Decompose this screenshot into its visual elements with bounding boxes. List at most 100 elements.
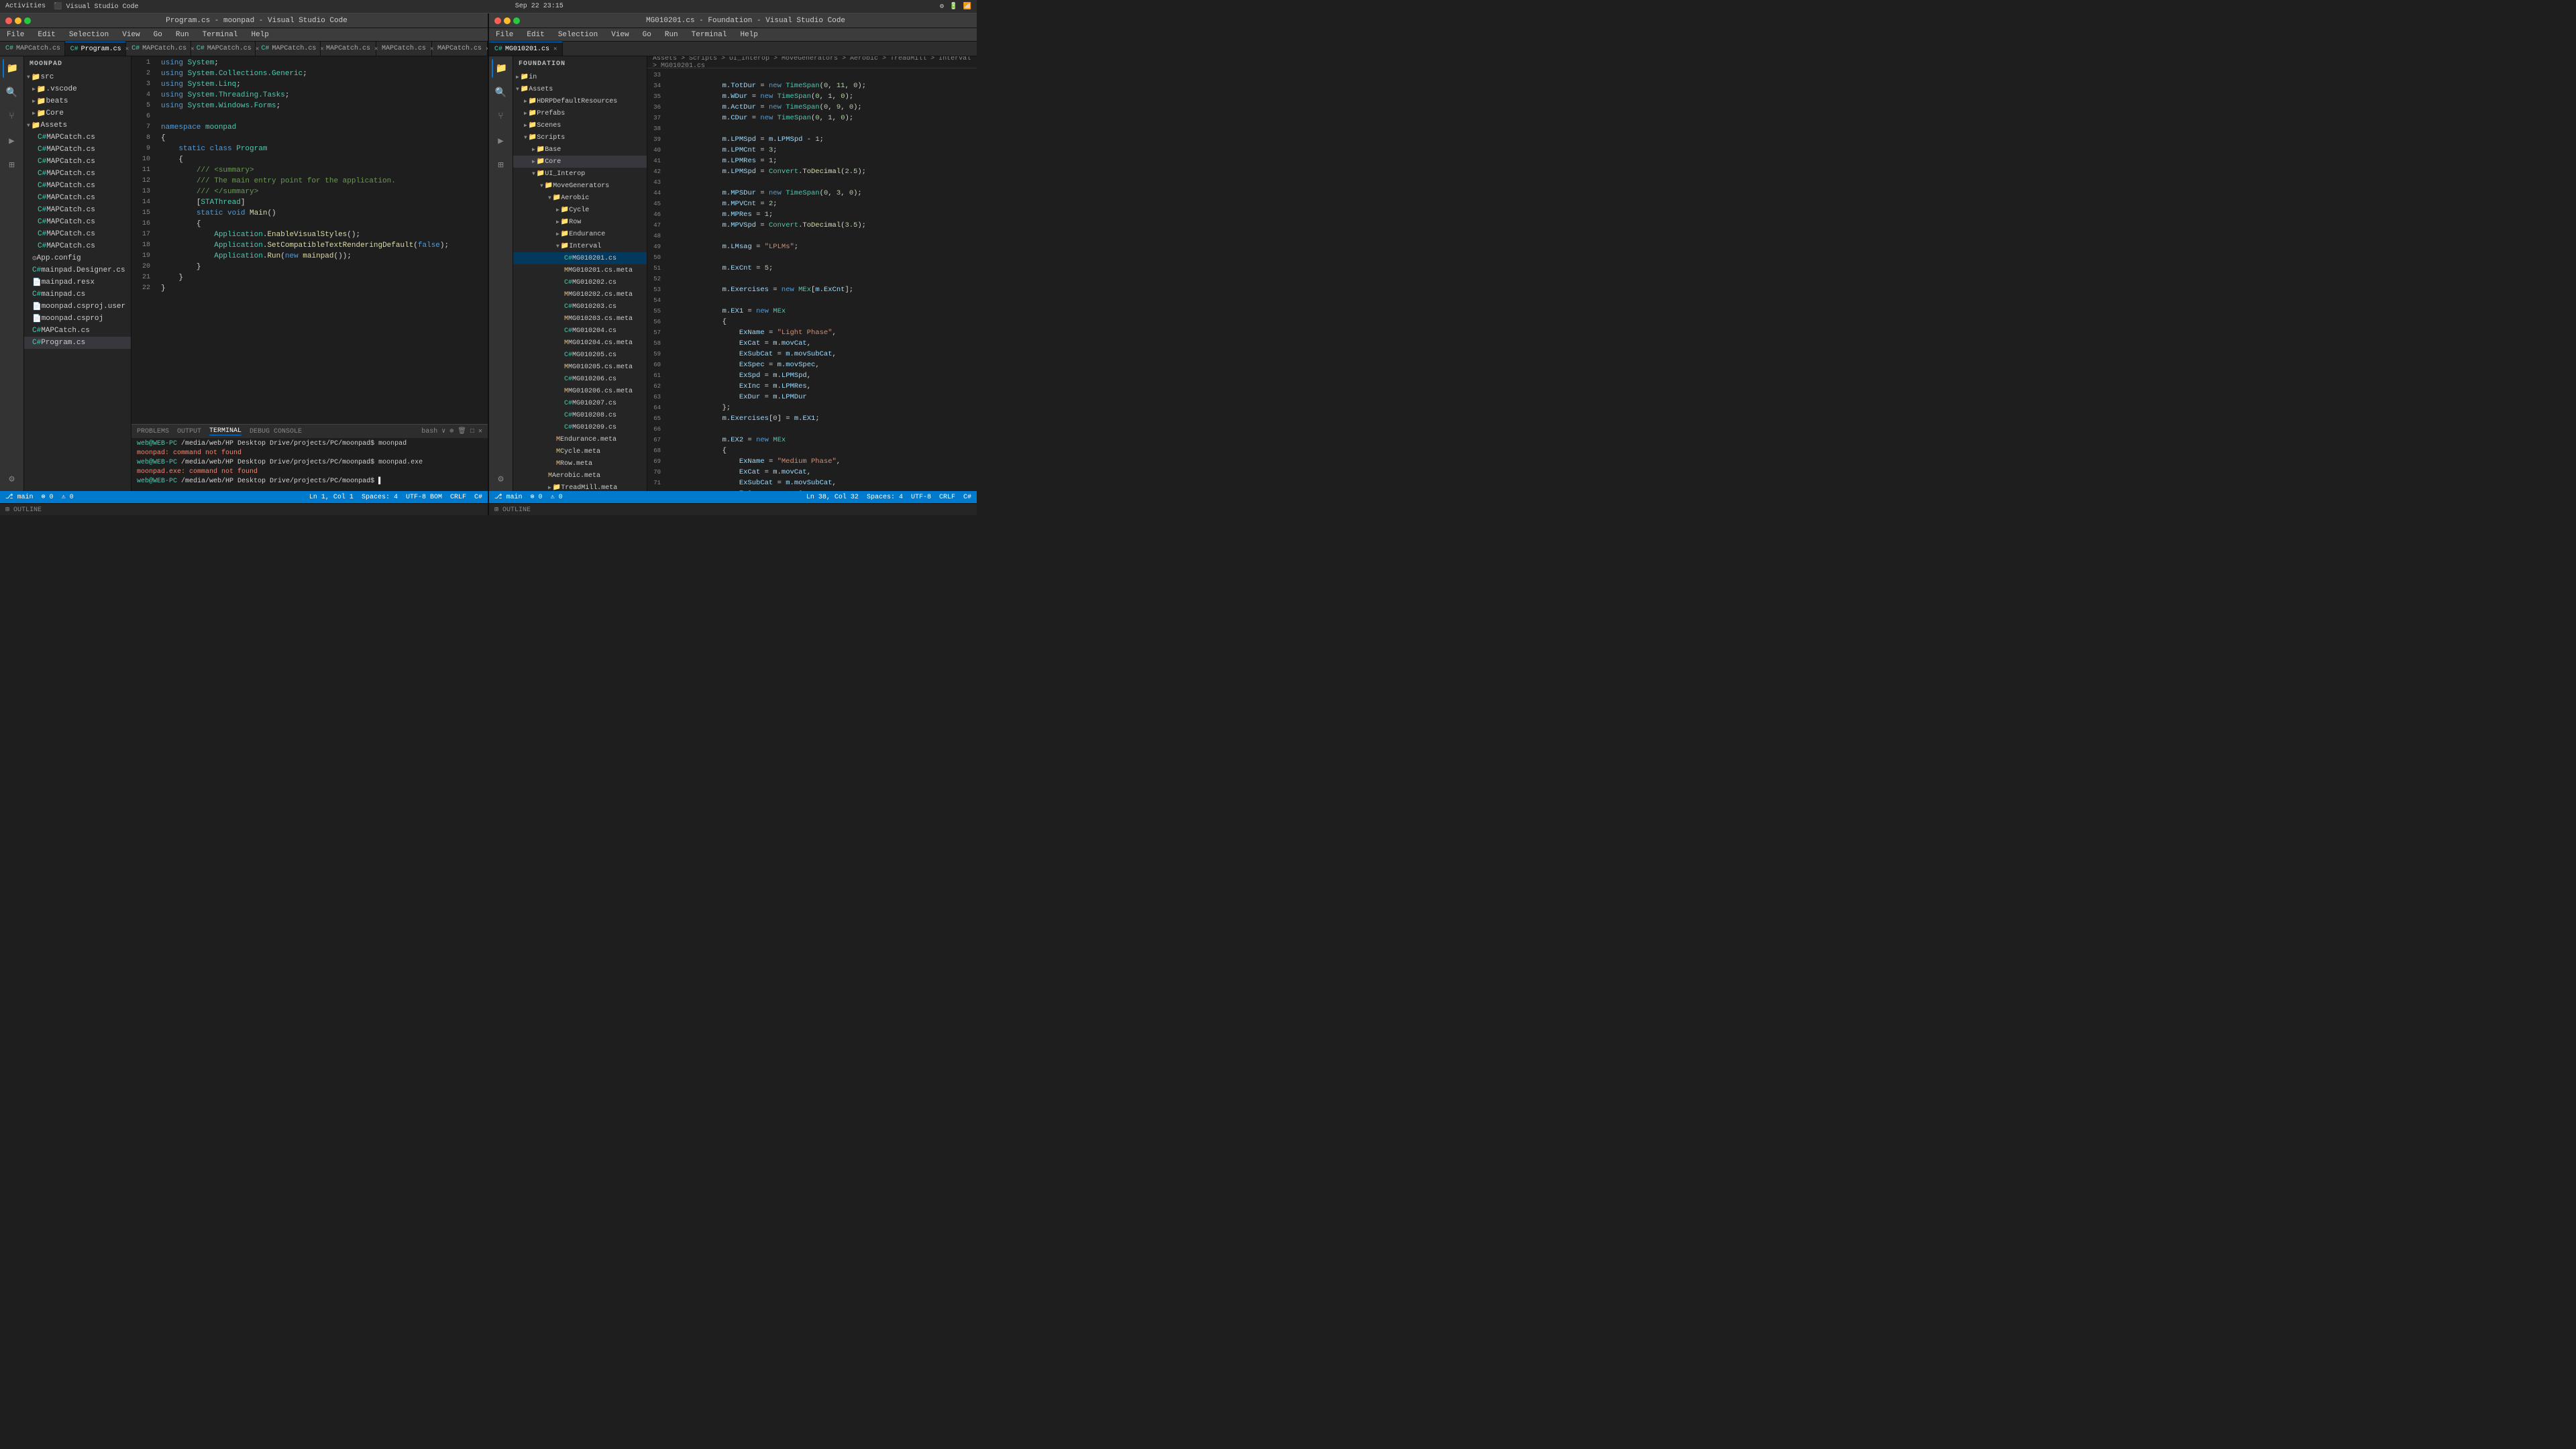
tree-core[interactable]: ▶📁Core [24, 107, 131, 119]
right-tree-aerobic-meta[interactable]: M Aerobic.meta [513, 470, 647, 482]
search-icon[interactable]: 🔍 [3, 83, 21, 102]
tab-mapcatch2[interactable]: C# MAPCatch.cs ✕ [126, 42, 191, 56]
tab-mapcatch6[interactable]: MAPCatch.cs ✕ [376, 42, 432, 56]
tree-mapcatch11[interactable]: C# MAPCatch.cs [24, 325, 131, 337]
right-menu-edit[interactable]: Edit [524, 31, 547, 39]
left-code-lines[interactable]: using System; using System.Collections.G… [156, 56, 488, 424]
language-mode[interactable]: C# [474, 494, 482, 501]
right-tree-endurance-meta[interactable]: M Endurance.meta [513, 433, 647, 445]
menu-terminal[interactable]: Terminal [200, 31, 241, 39]
right-menu-go[interactable]: Go [640, 31, 654, 39]
right-spaces[interactable]: Spaces: 4 [867, 494, 903, 501]
menu-help[interactable]: Help [248, 31, 271, 39]
right-tree-mg010207[interactable]: C# MG010207.cs [513, 397, 647, 409]
spaces[interactable]: Spaces: 4 [362, 494, 398, 501]
os-settings-icon[interactable]: ⚙ [940, 3, 944, 11]
warning-count[interactable]: ⚠ 0 [62, 493, 74, 501]
tab-mapcatch7[interactable]: MAPCatch.cs ✕ [432, 42, 488, 56]
tree-mapcatch9[interactable]: C# MAPCatch.cs [24, 228, 131, 240]
tree-mainpad-cs[interactable]: C# mainpad.cs [24, 288, 131, 301]
os-app-name[interactable]: ⬛ Visual Studio Code [54, 3, 138, 11]
maximize-button[interactable] [24, 17, 31, 24]
tree-mapcatch6[interactable]: C# MAPCatch.cs [24, 192, 131, 204]
right-tree-mg010208[interactable]: C# MG010208.cs [513, 409, 647, 421]
right-menu-terminal[interactable]: Terminal [689, 31, 730, 39]
tree-src[interactable]: ▼📁src [24, 71, 131, 83]
right-tree-cycle[interactable]: ▶📁Cycle [513, 204, 647, 216]
right-close-button[interactable] [494, 17, 501, 24]
right-tree-interval[interactable]: ▼📁Interval [513, 240, 647, 252]
right-git-branch[interactable]: ⎇ main [494, 493, 523, 501]
tree-mainpad-resx[interactable]: 📄 mainpad.resx [24, 276, 131, 288]
right-tree-mg010204-meta[interactable]: M MG010204.cs.meta [513, 337, 647, 349]
right-debug-icon[interactable]: ▶ [492, 131, 511, 150]
right-cursor-position[interactable]: Ln 38, Col 32 [806, 494, 859, 501]
right-tree-mg010201-meta[interactable]: M MG010201.cs.meta [513, 264, 647, 276]
menu-edit[interactable]: Edit [35, 31, 58, 39]
right-settings-icon[interactable]: ⚙ [492, 470, 511, 488]
right-error-count[interactable]: ⊗ 0 [531, 493, 543, 501]
tree-appconfig[interactable]: ⚙ App.config [24, 252, 131, 264]
right-menu-help[interactable]: Help [737, 31, 760, 39]
tab-mg010201[interactable]: C# MG010201.cs ✕ [489, 42, 563, 56]
right-tree-mg010201[interactable]: C# MG010201.cs [513, 252, 647, 264]
right-tree-mg010203-meta[interactable]: M MG010203.cs.meta [513, 313, 647, 325]
debug-console-tab[interactable]: DEBUG CONSOLE [250, 428, 302, 435]
right-tree-cycle-meta[interactable]: M Cycle.meta [513, 445, 647, 458]
error-count[interactable]: ⊗ 0 [42, 493, 54, 501]
tree-mapcatch3[interactable]: C# MAPCatch.cs [24, 156, 131, 168]
tree-moonpad-csproj[interactable]: 📄 moonpad.csproj [24, 313, 131, 325]
menu-view[interactable]: View [119, 31, 142, 39]
right-tree-mg010205-meta[interactable]: M MG010205.cs.meta [513, 361, 647, 373]
tree-mapcatch5[interactable]: C# MAPCatch.cs [24, 180, 131, 192]
right-explorer-icon[interactable]: 📁 [492, 59, 511, 78]
right-menu-file[interactable]: File [493, 31, 516, 39]
tree-mainpad-designer[interactable]: C# mainpad.Designer.cs [24, 264, 131, 276]
right-tree-mg010205[interactable]: C# MG010205.cs [513, 349, 647, 361]
tree-mapcatch8[interactable]: C# MAPCatch.cs [24, 216, 131, 228]
right-encoding[interactable]: UTF-8 [911, 494, 931, 501]
tab-close[interactable]: ✕ [553, 46, 557, 52]
tab-mapcatch4[interactable]: C# MAPCatch.cs ✕ [256, 42, 321, 56]
right-tree-mg010204[interactable]: C# MG010204.cs [513, 325, 647, 337]
right-maximize-button[interactable] [513, 17, 520, 24]
right-tree-core[interactable]: ▶📁Core [513, 156, 647, 168]
source-control-icon[interactable]: ⑂ [3, 107, 21, 126]
tree-assets[interactable]: ▼📁Assets [24, 119, 131, 131]
right-tree-row-meta[interactable]: M Row.meta [513, 458, 647, 470]
right-tree-mg010206-meta[interactable]: M MG010206.cs.meta [513, 385, 647, 397]
tree-mapcatch1[interactable]: C# MAPCatch.cs [24, 131, 131, 144]
minimize-button[interactable] [15, 17, 21, 24]
tab-mapcatch5[interactable]: MAPCatch.cs ✕ [321, 42, 376, 56]
close-button[interactable] [5, 17, 12, 24]
right-menu-selection[interactable]: Selection [555, 31, 600, 39]
tree-mapcatch2[interactable]: C# MAPCatch.cs [24, 144, 131, 156]
right-tree-mg010203[interactable]: C# MG010203.cs [513, 301, 647, 313]
line-ending[interactable]: CRLF [450, 494, 466, 501]
tree-beats[interactable]: ▶📁beats [24, 95, 131, 107]
right-code-lines[interactable]: m.TotDur = new TimeSpan(0, 11, 0); m.WDu… [666, 68, 977, 491]
tab-close[interactable]: ✕ [486, 46, 488, 52]
menu-go[interactable]: Go [151, 31, 165, 39]
tree-mapcatch10[interactable]: C# MAPCatch.cs [24, 240, 131, 252]
right-tree-aerobic[interactable]: ▼📁Aerobic [513, 192, 647, 204]
right-menu-run[interactable]: Run [662, 31, 681, 39]
right-menu-view[interactable]: View [608, 31, 631, 39]
tab-mapcatch3[interactable]: C# MAPCatch.cs ✕ [191, 42, 256, 56]
extensions-icon[interactable]: ⊞ [3, 156, 21, 174]
right-search-icon[interactable]: 🔍 [492, 83, 511, 102]
tree-mapcatch7[interactable]: C# MAPCatch.cs [24, 204, 131, 216]
terminal-tab[interactable]: TERMINAL [209, 427, 241, 435]
right-language-mode[interactable]: C# [963, 494, 971, 501]
right-line-ending[interactable]: CRLF [939, 494, 955, 501]
menu-file[interactable]: File [4, 31, 27, 39]
right-tree-hdrp[interactable]: ▶📁HDRPDefaultResources [513, 95, 647, 107]
os-activities[interactable]: Activities [5, 3, 46, 10]
right-tree-mg010202-meta[interactable]: M MG010202.cs.meta [513, 288, 647, 301]
right-tree-movegenerators[interactable]: ▼📁MoveGenerators [513, 180, 647, 192]
right-warning-count[interactable]: ⚠ 0 [551, 493, 563, 501]
right-tree-mg010206[interactable]: C# MG010206.cs [513, 373, 647, 385]
right-minimize-button[interactable] [504, 17, 511, 24]
right-tree-prefabs[interactable]: ▶📁Prefabs [513, 107, 647, 119]
right-tree-ui-interop[interactable]: ▼📁UI_Interop [513, 168, 647, 180]
